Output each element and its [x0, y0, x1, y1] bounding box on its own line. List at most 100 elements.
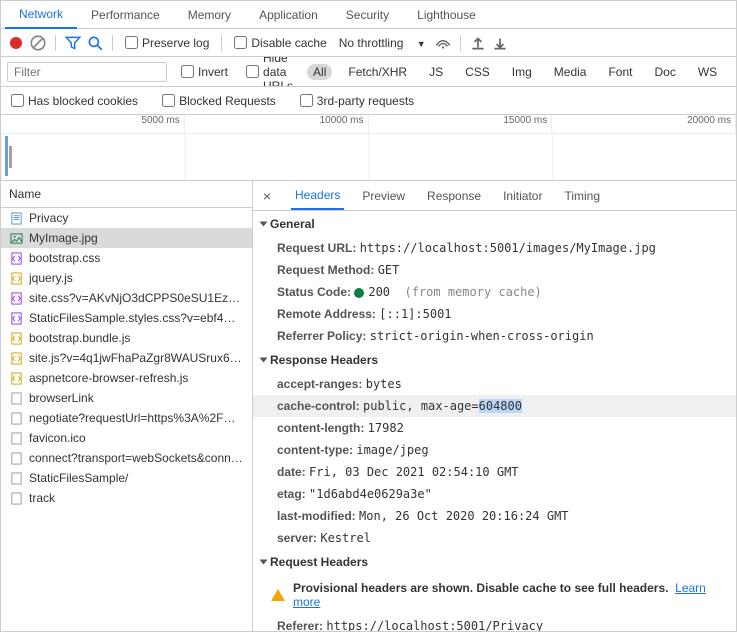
reqh-referer: Referer: https://localhost:5001/Privacy — [253, 615, 736, 631]
disable-cache-label: Disable cache — [251, 36, 326, 50]
request-name: negotiate?requestUrl=https%3A%2F%2... — [29, 411, 244, 425]
disable-cache-checkbox[interactable]: Disable cache — [230, 36, 330, 50]
request-row[interactable]: connect?transport=webSockets&conne... — [1, 448, 252, 468]
status-dot-icon — [354, 288, 364, 298]
request-row[interactable]: StaticFilesSample/ — [1, 468, 252, 488]
request-row[interactable]: track — [1, 488, 252, 508]
other-file-icon — [9, 491, 23, 505]
js-file-icon — [9, 331, 23, 345]
request-row[interactable]: MyImage.jpg — [1, 228, 252, 248]
request-row[interactable]: StaticFilesSample.styles.css?v=ebf4NvV..… — [1, 308, 252, 328]
main-tab-performance[interactable]: Performance — [77, 2, 174, 28]
blocked-requests-label: Blocked Requests — [179, 94, 276, 108]
request-row[interactable]: browserLink — [1, 388, 252, 408]
detail-tab-preview[interactable]: Preview — [358, 183, 409, 209]
detail-tab-response[interactable]: Response — [423, 183, 485, 209]
js-file-icon — [9, 351, 23, 365]
type-filter-css[interactable]: CSS — [459, 64, 496, 80]
type-filter-media[interactable]: Media — [548, 64, 593, 80]
separator — [221, 35, 222, 51]
type-filter-img[interactable]: Img — [506, 64, 538, 80]
separator — [112, 35, 113, 51]
timeline-tick: 10000 ms — [185, 115, 369, 133]
rh-content-length: content-length: 17982 — [253, 417, 736, 439]
name-column-header[interactable]: Name — [1, 181, 252, 208]
detail-tab-timing[interactable]: Timing — [560, 183, 604, 209]
hide-data-urls-checkbox[interactable]: Hide data URLs — [242, 57, 297, 87]
request-row[interactable]: favicon.ico — [1, 428, 252, 448]
detail-tab-initiator[interactable]: Initiator — [499, 183, 546, 209]
filter-input[interactable] — [7, 62, 167, 82]
general-status-code: Status Code: 200 (from memory cache) — [253, 281, 736, 303]
main-tab-memory[interactable]: Memory — [174, 2, 245, 28]
close-detail-button[interactable]: × — [257, 188, 277, 204]
request-name: bootstrap.css — [29, 251, 244, 265]
section-request-headers[interactable]: Request Headers — [253, 549, 736, 575]
type-filter-fetch[interactable]: Fetch/XHR — [342, 64, 413, 80]
request-name: bootstrap.bundle.js — [29, 331, 244, 345]
request-name: favicon.ico — [29, 431, 244, 445]
main-tab-network[interactable]: Network — [5, 1, 77, 29]
request-row[interactable]: site.css?v=AKvNjO3dCPPS0eSU1Ez8T2... — [1, 288, 252, 308]
network-conditions-icon[interactable] — [434, 34, 452, 52]
export-har-icon[interactable] — [491, 34, 509, 52]
timeline-bar — [9, 146, 12, 168]
type-filter-font[interactable]: Font — [602, 64, 638, 80]
timeline-tick: 20000 ms — [552, 115, 736, 133]
request-row[interactable]: bootstrap.bundle.js — [1, 328, 252, 348]
request-row[interactable]: Privacy — [1, 208, 252, 228]
hide-data-urls-label: Hide data URLs — [263, 57, 293, 87]
other-file-icon — [9, 471, 23, 485]
rh-cache-control: cache-control: public, max-age=604800 — [253, 395, 736, 417]
detail-tab-headers[interactable]: Headers — [291, 182, 344, 210]
request-row[interactable]: negotiate?requestUrl=https%3A%2F%2... — [1, 408, 252, 428]
type-filter-wasm[interactable]: Wasm — [733, 64, 736, 80]
type-filter-ws[interactable]: WS — [692, 64, 723, 80]
rh-etag: etag: "1d6abd4e0629a3e" — [253, 483, 736, 505]
timeline-overview[interactable]: 5000 ms 10000 ms 15000 ms 20000 ms — [1, 115, 736, 181]
provisional-warning-text: Provisional headers are shown. Disable c… — [293, 581, 668, 595]
general-request-url: Request URL: https://localhost:5001/imag… — [253, 237, 736, 259]
main-tab-application[interactable]: Application — [245, 2, 332, 28]
other-file-icon — [9, 391, 23, 405]
filter-toggle-icon[interactable] — [64, 34, 82, 52]
clear-button[interactable] — [29, 34, 47, 52]
rh-last-modified: last-modified: Mon, 26 Oct 2020 20:16:24… — [253, 505, 736, 527]
section-response-headers[interactable]: Response Headers — [253, 347, 736, 373]
request-row[interactable]: aspnetcore-browser-refresh.js — [1, 368, 252, 388]
img-file-icon — [9, 231, 23, 245]
main-split: Name Privacy MyImage.jpg bootstrap.css jque… — [1, 181, 736, 631]
timeline-tick: 15000 ms — [369, 115, 553, 133]
request-name: MyImage.jpg — [29, 231, 244, 245]
type-filter-js[interactable]: JS — [423, 64, 449, 80]
main-tab-lighthouse[interactable]: Lighthouse — [403, 2, 490, 28]
third-party-checkbox[interactable]: 3rd-party requests — [296, 94, 418, 108]
record-button[interactable] — [7, 34, 25, 52]
request-name: connect?transport=webSockets&conne... — [29, 451, 244, 465]
triangle-icon — [260, 358, 268, 363]
timeline-body — [1, 133, 736, 181]
request-list: Privacy MyImage.jpg bootstrap.css jquery.js… — [1, 208, 252, 508]
main-tab-security[interactable]: Security — [332, 2, 403, 28]
main-tabs: Network Performance Memory Application S… — [1, 1, 736, 29]
preserve-log-checkbox[interactable]: Preserve log — [121, 36, 213, 50]
warning-icon — [271, 589, 285, 601]
other-file-icon — [9, 431, 23, 445]
request-row[interactable]: site.js?v=4q1jwFhaPaZgr8WAUSrux6hA... — [1, 348, 252, 368]
doc-file-icon — [9, 211, 23, 225]
request-row[interactable]: jquery.js — [1, 268, 252, 288]
has-blocked-cookies-checkbox[interactable]: Has blocked cookies — [7, 94, 142, 108]
general-remote-address: Remote Address: [::1]:5001 — [253, 303, 736, 325]
type-filter-doc[interactable]: Doc — [648, 64, 681, 80]
import-har-icon[interactable] — [469, 34, 487, 52]
search-icon[interactable] — [86, 34, 104, 52]
section-general[interactable]: General — [253, 211, 736, 237]
throttling-select[interactable]: No throttling ▼ — [335, 36, 430, 50]
separator — [460, 35, 461, 51]
request-row[interactable]: bootstrap.css — [1, 248, 252, 268]
type-filter-all[interactable]: All — [307, 64, 332, 80]
blocked-requests-checkbox[interactable]: Blocked Requests — [158, 94, 280, 108]
timeline-tick: 5000 ms — [1, 115, 185, 133]
invert-checkbox[interactable]: Invert — [177, 65, 232, 79]
third-party-label: 3rd-party requests — [317, 94, 414, 108]
